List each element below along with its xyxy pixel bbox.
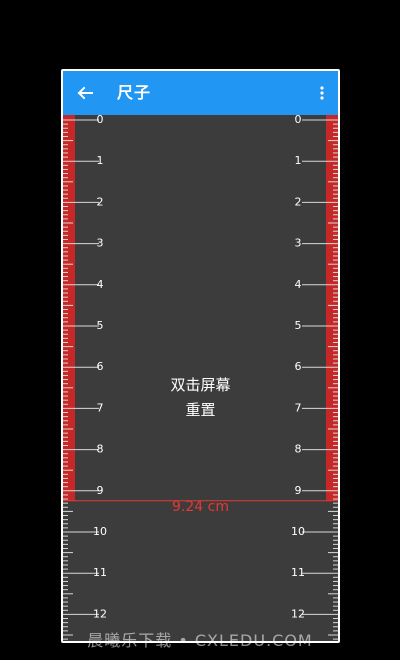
ruler-canvas[interactable]: 0 0 1 1 2 2 3 3 4 4 5 5 6 6 7 7 8 8 9 9 10 10 11 11 12 12 双击屏幕 重置… — [63, 115, 338, 641]
measurement-readout: 9.24 cm — [172, 499, 229, 515]
ruler-label-left: 2 — [97, 195, 104, 208]
right-measure-bar — [326, 115, 338, 501]
reset-hint: 双击屏幕 重置 — [63, 373, 338, 423]
ruler-label-right: 5 — [295, 319, 302, 332]
more-vert-icon — [320, 86, 324, 100]
ruler-label-right: 10 — [291, 525, 305, 538]
ruler-label-right: 8 — [295, 443, 302, 456]
ruler-label-left: 5 — [97, 319, 104, 332]
ruler-label-right: 4 — [295, 278, 302, 291]
page-title: 尺子 — [117, 83, 152, 102]
ruler-label-right: 11 — [291, 566, 305, 579]
ruler-label-right: 6 — [295, 360, 302, 373]
reset-hint-line-2: 重置 — [185, 401, 216, 419]
phone-screen: 尺子 0 0 1 1 2 2 3 3 4 4 5 5 6 6 7 7 8 8 9 9 10 10 11 11 12 12 双击屏幕… — [61, 69, 340, 643]
ruler-label-right: 3 — [295, 237, 302, 250]
ruler-label-left: 1 — [97, 154, 104, 167]
ruler-label-left: 10 — [93, 525, 107, 538]
left-measure-bar — [63, 115, 75, 501]
overflow-menu-button[interactable] — [312, 81, 332, 105]
ruler-label-right: 2 — [295, 195, 302, 208]
arrow-left-icon — [77, 86, 93, 100]
ruler-label-left: 0 — [97, 115, 104, 126]
ruler-label-right: 0 — [295, 115, 302, 126]
ruler-label-left: 8 — [97, 443, 104, 456]
ruler-label-left: 12 — [93, 607, 107, 620]
back-button[interactable] — [73, 81, 97, 105]
ruler-label-left: 9 — [97, 484, 104, 497]
ruler-label-left: 11 — [93, 566, 107, 579]
watermark-text: 晨曦乐下载 • CXLEDU.COM — [87, 631, 313, 650]
app-bar: 尺子 — [63, 71, 338, 115]
reset-hint-line-1: 双击屏幕 — [170, 376, 231, 394]
ruler-label-right: 1 — [295, 154, 302, 167]
ruler-label-left: 4 — [97, 278, 104, 291]
ruler-label-right: 12 — [291, 607, 305, 620]
ruler-label-left: 3 — [97, 237, 104, 250]
ruler-label-right: 9 — [295, 484, 302, 497]
ruler-label-left: 6 — [97, 360, 104, 373]
